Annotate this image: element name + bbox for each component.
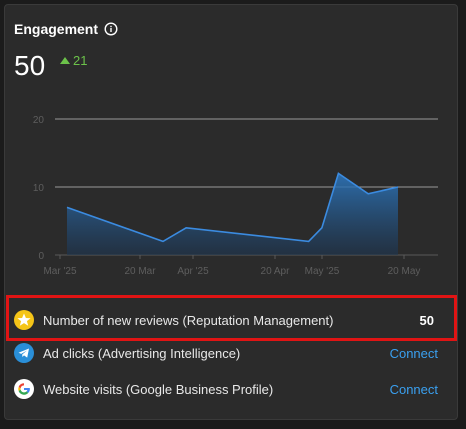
metric-row-website-visits[interactable]: Website visits (Google Business Profile)… [14, 375, 438, 403]
x-tick-label: 20 Mar [124, 266, 156, 277]
y-tick-label: 10 [33, 183, 45, 194]
x-tick-label: 20 Apr [261, 266, 291, 277]
metric-value: 50 [419, 312, 434, 328]
y-tick-label: 20 [33, 115, 45, 126]
metric-label: Website visits (Google Business Profile) [43, 381, 274, 397]
engagement-chart: 0 10 20 Mar '25 20 Mar Apr '25 20 Apr May '25 20… [33, 115, 438, 277]
x-tick-label: 20 May [388, 266, 421, 277]
star-icon [14, 310, 34, 330]
x-tick-label: May '25 [305, 266, 340, 277]
metric-label: Ad clicks (Advertising Intelligence) [43, 345, 241, 361]
connect-button[interactable]: Connect [390, 346, 438, 361]
y-tick-label: 0 [38, 251, 44, 262]
metric-label: Number of new reviews (Reputation Manage… [43, 312, 334, 328]
connect-button[interactable]: Connect [390, 382, 438, 397]
metric-row-reviews[interactable]: Number of new reviews (Reputation Manage… [14, 306, 438, 334]
metric-row-ad-clicks[interactable]: Ad clicks (Advertising Intelligence) Con… [14, 339, 438, 367]
x-tick-label: Mar '25 [43, 266, 76, 277]
x-tick-label: Apr '25 [177, 266, 209, 277]
series-area [67, 173, 398, 255]
telegram-icon [14, 343, 34, 363]
google-icon [14, 379, 34, 399]
